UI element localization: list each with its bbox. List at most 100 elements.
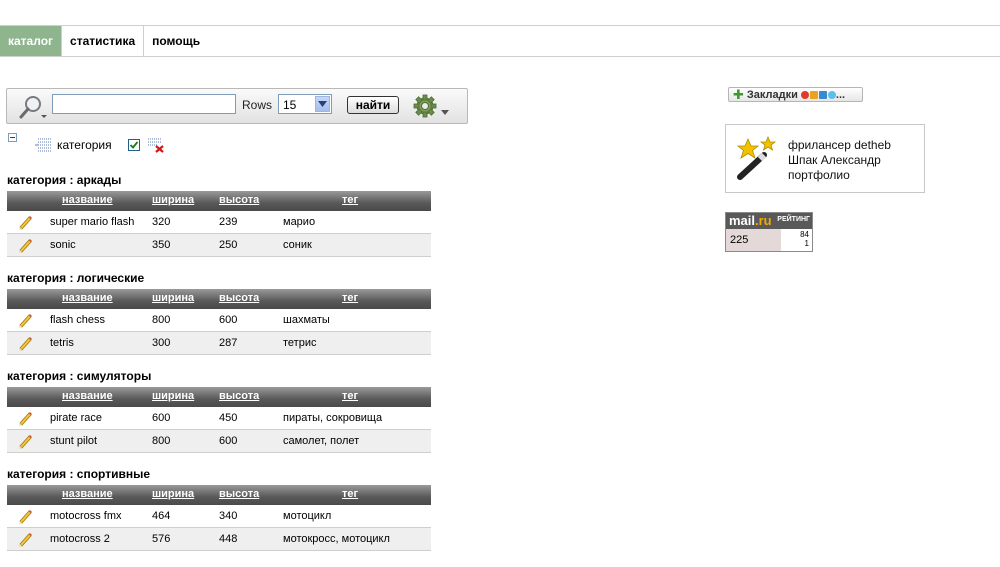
grid-header: название ширина высота тег [7, 289, 431, 309]
filter-icon [35, 138, 52, 152]
column-header-tag[interactable]: тег [342, 488, 358, 500]
chevron-down-icon[interactable] [315, 96, 330, 112]
column-header-width[interactable]: ширина [152, 390, 194, 402]
cell-tag: самолет, полет [283, 435, 360, 447]
plus-icon: ✚ [733, 86, 744, 102]
cell-height: 239 [219, 216, 238, 228]
tab-help[interactable]: помощь [143, 26, 208, 56]
promo-line-2: Шпак Александр [788, 153, 881, 167]
search-icon[interactable] [17, 93, 51, 121]
column-header-name[interactable]: название [62, 194, 113, 206]
filter-category: категория [35, 137, 112, 153]
cell-name: flash chess [50, 314, 106, 326]
promo-line-3: портфолио [788, 168, 850, 182]
pencil-icon[interactable] [17, 237, 33, 253]
cell-name: sonic [50, 239, 76, 251]
cell-tag: мотоцикл [283, 510, 332, 522]
find-button[interactable]: найти [347, 96, 399, 114]
cell-width: 600 [152, 412, 171, 424]
group-title: категория : спортивные [7, 467, 150, 481]
table-row: motocross fmx 464 340 мотоцикл [7, 505, 431, 528]
search-input[interactable] [52, 94, 236, 114]
cell-name: pirate race [50, 412, 102, 424]
remove-filter-icon[interactable] [147, 137, 165, 153]
rows-select[interactable]: 15 [278, 94, 332, 114]
cell-height: 340 [219, 510, 238, 522]
pencil-icon[interactable] [17, 531, 33, 547]
pencil-icon[interactable] [17, 433, 33, 449]
cell-height: 250 [219, 239, 238, 251]
column-header-name[interactable]: название [62, 390, 113, 402]
column-header-tag[interactable]: тег [342, 292, 358, 304]
column-header-height[interactable]: высота [219, 194, 259, 206]
bookmarks-button[interactable]: ✚ Закладки ... [728, 87, 863, 102]
cell-name: motocross fmx [50, 510, 122, 522]
table-row: stunt pilot 800 600 самолет, полет [7, 430, 431, 453]
collapse-icon[interactable] [8, 133, 17, 142]
grid-header: название ширина высота тег [7, 485, 431, 505]
gear-icon[interactable] [412, 94, 452, 120]
service-icon [818, 90, 827, 99]
cell-width: 800 [152, 314, 171, 326]
rating-small-2: 1 [804, 239, 809, 248]
table-row: pirate race 600 450 пираты, сокровища [7, 407, 431, 430]
rating-small-1: 84 [800, 230, 809, 239]
cell-width: 300 [152, 337, 171, 349]
tab-catalog[interactable]: каталог [0, 26, 62, 56]
table-row: super mario flash 320 239 марио [7, 211, 431, 234]
category-group-logic: категория : логические название ширина в… [7, 270, 431, 355]
freelancer-promo[interactable]: фрилансер detheb Шпак Александр портфоли… [725, 124, 925, 193]
cell-tag: шахматы [283, 314, 330, 326]
pencil-icon[interactable] [17, 410, 33, 426]
column-header-name[interactable]: название [62, 488, 113, 500]
pencil-icon[interactable] [17, 335, 33, 351]
service-icon [809, 90, 818, 99]
group-title: категория : аркады [7, 173, 122, 187]
cell-height: 600 [219, 314, 238, 326]
cell-height: 600 [219, 435, 238, 447]
pencil-icon[interactable] [17, 508, 33, 524]
cell-name: super mario flash [50, 216, 135, 228]
group-title: категория : симуляторы [7, 369, 152, 383]
cell-tag: пираты, сокровища [283, 412, 383, 424]
column-header-width[interactable]: ширина [152, 488, 194, 500]
pencil-icon[interactable] [17, 312, 33, 328]
column-header-height[interactable]: высота [219, 390, 259, 402]
cell-width: 464 [152, 510, 171, 522]
column-header-width[interactable]: ширина [152, 194, 194, 206]
grid-header: название ширина высота тег [7, 191, 431, 211]
bookmarks-more: ... [835, 88, 846, 101]
pencil-icon[interactable] [17, 214, 33, 230]
column-header-width[interactable]: ширина [152, 292, 194, 304]
column-header-name[interactable]: название [62, 292, 113, 304]
rating-label: РЕЙТИНГ [777, 216, 810, 223]
rating-count: 225 [726, 229, 781, 251]
column-header-height[interactable]: высота [219, 292, 259, 304]
cell-name: stunt pilot [50, 435, 98, 447]
cell-name: motocross 2 [50, 533, 110, 545]
checkbox-icon[interactable] [128, 139, 140, 151]
cell-width: 320 [152, 216, 171, 228]
filter-label: категория [57, 138, 112, 152]
column-header-height[interactable]: высота [219, 488, 259, 500]
bookmark-service-icons [800, 90, 836, 99]
top-navigation: каталог статистика помощь [0, 25, 1000, 57]
promo-line-1: фрилансер detheb [788, 138, 891, 152]
mailru-logo: mail.ru [729, 213, 772, 228]
mailru-rating-counter[interactable]: mail.ru РЕЙТИНГ 225 84 1 [725, 212, 813, 252]
column-header-tag[interactable]: тег [342, 194, 358, 206]
cell-tag: соник [283, 239, 312, 251]
tab-statistics[interactable]: статистика [61, 26, 143, 56]
group-title: категория : логические [7, 271, 145, 285]
grid-header: название ширина высота тег [7, 387, 431, 407]
cell-height: 287 [219, 337, 238, 349]
cell-height: 450 [219, 412, 238, 424]
category-group-simulators: категория : симуляторы название ширина в… [7, 368, 431, 453]
column-header-tag[interactable]: тег [342, 390, 358, 402]
category-group-sports: категория : спортивные название ширина в… [7, 466, 431, 551]
cell-width: 800 [152, 435, 171, 447]
search-toolbar: Rows 15 найти [6, 88, 468, 124]
cell-tag: мотокросс, мотоцикл [283, 533, 390, 545]
table-row: flash chess 800 600 шахматы [7, 309, 431, 332]
rows-label: Rows [242, 98, 273, 112]
